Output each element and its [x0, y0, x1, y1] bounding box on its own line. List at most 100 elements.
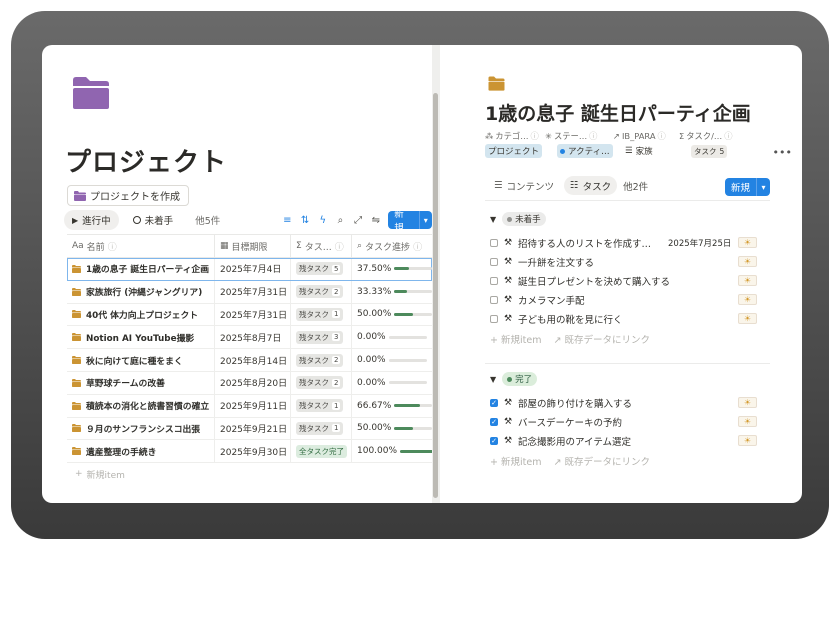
task-row[interactable]: ⚒ 一升餅を注文する ☀: [490, 252, 766, 271]
progress-cell[interactable]: 66.67%: [352, 395, 432, 417]
sun-icon[interactable]: ☀: [738, 237, 757, 248]
search-icon[interactable]: ⌕: [335, 215, 346, 226]
name-cell[interactable]: 1歳の息子 誕生日パーティ企画: [67, 258, 215, 280]
progress-cell[interactable]: 0.00%: [352, 372, 432, 394]
task-checkbox[interactable]: [490, 295, 498, 304]
date-cell[interactable]: 2025年8月7日: [215, 326, 291, 349]
filter-icon[interactable]: ≡: [282, 215, 293, 226]
tasks-cell[interactable]: 残タスク 1: [291, 417, 352, 440]
tab-contents[interactable]: ☰ コンテンツ: [488, 176, 560, 195]
tasks-cell[interactable]: 残タスク 5: [291, 258, 352, 280]
property-para-label[interactable]: ↗ IB_PARA ⓘ: [613, 130, 679, 142]
name-cell[interactable]: 遺産整理の手続き: [67, 440, 215, 463]
column-header-name[interactable]: Aa 名前 ⓘ: [67, 235, 215, 257]
date-cell[interactable]: 2025年8月14日: [215, 349, 291, 371]
pane-scrollbar[interactable]: [432, 45, 440, 503]
date-cell[interactable]: 2025年9月21日: [215, 417, 291, 440]
name-cell[interactable]: 家族旅行 (沖縄ジャングリア): [67, 280, 215, 303]
settings-icon[interactable]: ⇋: [371, 215, 382, 226]
task-checkbox[interactable]: ✓: [490, 398, 498, 407]
tasks-value[interactable]: タスク 5: [691, 144, 728, 158]
add-item-button[interactable]: + 新規item: [490, 332, 541, 346]
group-header[interactable]: ▼ 未着手: [490, 211, 766, 227]
name-cell[interactable]: 秋に向けて庭に種をまく: [67, 349, 215, 371]
sun-icon[interactable]: ☀: [738, 416, 757, 427]
property-tasks-label[interactable]: Σ タスク/… ⓘ: [679, 130, 733, 142]
task-checkbox[interactable]: ✓: [490, 436, 498, 445]
expand-icon[interactable]: ⤢: [353, 215, 364, 226]
sun-icon[interactable]: ☀: [738, 256, 757, 267]
name-cell[interactable]: 積読本の消化と読書習慣の確立: [67, 394, 215, 417]
tasks-cell[interactable]: 残タスク 3: [291, 326, 352, 349]
date-cell[interactable]: 2025年7月31日: [215, 280, 291, 303]
sun-icon[interactable]: ☀: [738, 397, 757, 408]
date-cell[interactable]: 2025年7月4日: [215, 258, 291, 280]
date-cell[interactable]: 2025年7月31日: [215, 303, 291, 326]
task-row[interactable]: ✓ ⚒ 部屋の飾り付けを購入する ☀: [490, 393, 766, 412]
sun-icon[interactable]: ☀: [738, 313, 757, 324]
progress-cell[interactable]: 100.00%: [352, 440, 432, 462]
tasks-cell[interactable]: 残タスク 2: [291, 349, 352, 371]
more-options-icon[interactable]: •••: [773, 146, 792, 159]
task-checkbox[interactable]: [490, 257, 498, 266]
task-row[interactable]: ⚒ カメラマン手配 ☀: [490, 290, 766, 309]
property-category-label[interactable]: ⁂ カテゴ… ⓘ: [485, 130, 545, 142]
sun-icon[interactable]: ☀: [738, 294, 757, 305]
name-cell[interactable]: Notion AI YouTube撮影: [67, 326, 215, 349]
progress-cell[interactable]: 0.00%: [352, 326, 432, 348]
task-checkbox[interactable]: [490, 238, 498, 247]
table-row[interactable]: 家族旅行 (沖縄ジャングリア) 2025年7月31日 残タスク 2 33.33%: [67, 280, 432, 304]
automation-icon[interactable]: ϟ: [317, 215, 328, 226]
para-value[interactable]: ☰ 家族: [625, 144, 656, 158]
name-cell[interactable]: 40代 体力向上プロジェクト: [67, 303, 215, 326]
name-cell[interactable]: ９月のサンフランシスコ出張: [67, 417, 215, 440]
tasks-cell[interactable]: 残タスク 1: [291, 303, 352, 326]
date-cell[interactable]: 2025年9月30日: [215, 440, 291, 463]
progress-cell[interactable]: 50.00%: [352, 304, 432, 326]
progress-cell[interactable]: 33.33%: [352, 281, 432, 303]
new-task-button[interactable]: 新規 ▾: [725, 178, 771, 196]
add-item-button[interactable]: + 新規item: [490, 454, 541, 468]
date-cell[interactable]: 2025年8月20日: [215, 371, 291, 394]
add-item-button[interactable]: + 新規item: [67, 463, 432, 485]
chevron-down-icon[interactable]: ▾: [418, 211, 433, 229]
sun-icon[interactable]: ☀: [738, 435, 757, 446]
progress-cell[interactable]: 37.50%: [352, 258, 432, 280]
view-tab-in-progress[interactable]: ▶ 進行中: [64, 210, 119, 230]
caret-down-icon[interactable]: ▼: [490, 215, 496, 224]
caret-down-icon[interactable]: ▼: [490, 375, 496, 384]
table-row[interactable]: 積読本の消化と読書習慣の確立 2025年9月11日 残タスク 1 66.67%: [67, 394, 432, 418]
progress-cell[interactable]: 50.00%: [352, 418, 432, 440]
tasks-cell[interactable]: 全タスク完了: [291, 440, 352, 463]
group-header[interactable]: ▼ 完了: [490, 371, 766, 387]
tasks-cell[interactable]: 残タスク 2: [291, 371, 352, 394]
create-project-button[interactable]: プロジェクトを作成: [67, 185, 189, 206]
column-header-date[interactable]: ▦ 目標期限: [215, 235, 291, 257]
tasks-cell[interactable]: 残タスク 2: [291, 280, 352, 303]
task-row[interactable]: ⚒ 子ども用の靴を見に行く ☀: [490, 309, 766, 328]
more-views-button[interactable]: 他5件: [187, 210, 228, 230]
category-value[interactable]: プロジェクト: [485, 144, 543, 158]
view-tab-not-started[interactable]: 未着手: [125, 210, 182, 230]
link-existing-button[interactable]: ↗ 既存データにリンク: [553, 332, 650, 346]
table-row[interactable]: 遺産整理の手続き 2025年9月30日 全タスク完了 100.00%: [67, 440, 432, 464]
link-existing-button[interactable]: ↗ 既存データにリンク: [553, 454, 650, 468]
task-row[interactable]: ✓ ⚒ 記念撮影用のアイテム選定 ☀: [490, 431, 766, 450]
name-cell[interactable]: 草野球チームの改善: [67, 371, 215, 394]
task-row[interactable]: ✓ ⚒ バースデーケーキの予約 ☀: [490, 412, 766, 431]
status-value[interactable]: アクティ…: [557, 144, 613, 158]
table-row[interactable]: Notion AI YouTube撮影 2025年8月7日 残タスク 3 0.00%: [67, 326, 432, 350]
task-checkbox[interactable]: [490, 314, 498, 323]
table-row[interactable]: ９月のサンフランシスコ出張 2025年9月21日 残タスク 1 50.00%: [67, 417, 432, 441]
column-header-progress[interactable]: ⌕ タスク進捗 ⓘ: [352, 235, 432, 257]
tab-tasks[interactable]: ☷ タスク: [564, 176, 618, 195]
scrollbar-thumb[interactable]: [433, 93, 438, 498]
tasks-cell[interactable]: 残タスク 1: [291, 394, 352, 417]
column-header-tasks[interactable]: Σ タス… ⓘ: [291, 235, 352, 257]
table-row[interactable]: 1歳の息子 誕生日パーティ企画 2025年7月4日 残タスク 5 37.50%: [67, 258, 432, 281]
progress-cell[interactable]: 0.00%: [352, 349, 432, 371]
property-status-label[interactable]: ✳ ステー… ⓘ: [545, 130, 613, 142]
date-cell[interactable]: 2025年9月11日: [215, 394, 291, 417]
table-row[interactable]: 40代 体力向上プロジェクト 2025年7月31日 残タスク 1 50.00%: [67, 303, 432, 327]
task-row[interactable]: ⚒ 誕生日プレゼントを決めて購入する ☀: [490, 271, 766, 290]
